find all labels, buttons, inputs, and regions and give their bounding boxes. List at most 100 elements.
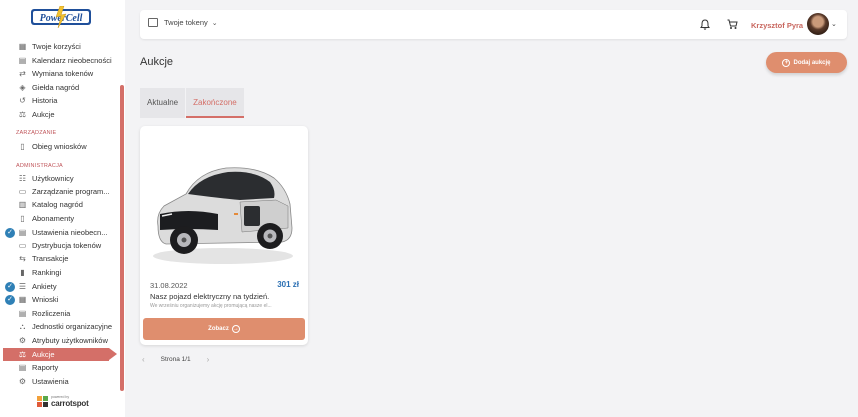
exchange-icon: ⇄ [19,69,26,78]
sidebar-item-label: Użytkownicy [32,174,74,183]
sidebar-item-transakcje[interactable]: ⇆ Transakcje [0,252,118,265]
next-page-icon[interactable]: › [207,355,210,364]
auction-icon: ⚖ [18,110,27,119]
wallet-icon [148,18,158,27]
powered-by-brand: carrotspot [51,399,89,408]
ranking-icon: ▮ [20,268,25,277]
avatar[interactable] [807,13,829,35]
section-administracja: ADMINISTRACJA [16,163,63,169]
auction-description: We wrześniu organizujemy akcję promującą… [150,303,272,309]
sidebar-item-label: Kalendarz nieobecności [32,56,112,65]
sidebar-item-aukcje[interactable]: ⚖ Aukcje [3,348,117,361]
tokens-dropdown[interactable]: Twoje tokeny ⌄ [148,18,218,27]
sidebar-item-dystrybucja-tokenow[interactable]: ▭ Dystrybucja tokenów [0,239,118,252]
sidebar-item-uzytkownicy[interactable]: ☷ Użytkownicy [0,172,118,185]
invoice-icon: ▤ [18,309,27,318]
sidebar-item-twoje-korzysci[interactable]: ▦ Twoje korzyści [0,40,118,53]
sidebar-item-wymiana-tokenow[interactable]: ⇄ Wymiana tokenów [0,67,118,80]
sidebar-item-label: Twoje korzyści [32,42,81,51]
auction-price: 301 zł [277,280,299,289]
sidebar-item-rankingi[interactable]: ▮ Rankingi [0,266,118,279]
tab-zakonczone[interactable]: Zakończone [186,88,244,118]
report-icon: ▤ [18,363,27,372]
sidebar-item-kalendarz-nieobecnosci[interactable]: ▤ Kalendarz nieobecności [0,54,118,67]
sidebar-item-ustawienia-nieobecn[interactable]: ✓ ▤ Ustawienia nieobecn... [0,226,118,239]
sidebar-item-label: Dystrybucja tokenów [32,241,102,250]
book-icon: ▥ [18,200,27,209]
sidebar-item-historia[interactable]: ↺ Historia [0,94,118,107]
doc-icon: ▯ [20,214,25,223]
carrotspot-logo-icon [37,396,48,407]
folder-icon: ▭ [18,187,27,196]
auction-card[interactable]: 31.08.2022 301 zł Nasz pojazd elektryczn… [140,126,308,345]
sidebar-item-obieg-wnioskow[interactable]: ▯ Obieg wniosków [0,140,118,153]
add-auction-button[interactable]: + Dodaj aukcję [766,52,847,73]
sidebar-item-label: Rankingi [32,268,62,277]
sidebar-item-ustawienia[interactable]: ⚙ Ustawienia [0,375,118,388]
page-title: Aukcje [140,56,174,68]
sidebar-item-wnioski[interactable]: ✓ ▦ Wnioski [0,293,118,306]
attributes-icon: ⚙ [18,336,27,345]
app-logo[interactable]: PowerCell [30,6,92,28]
chevron-down-icon[interactable]: ⌄ [831,20,837,28]
plus-icon: + [782,58,791,67]
bell-icon[interactable] [700,19,710,30]
sidebar-item-label: Historia [32,96,58,105]
sidebar-item-label: Jednostki organizacyjne [32,322,113,331]
transfer-icon: ⇆ [19,254,26,263]
sidebar-item-katalog-nagrod[interactable]: ▥ Katalog nagród [0,198,118,211]
sidebar-item-label: Ustawienia [32,377,69,386]
sidebar-item-label: Rozliczenia [32,309,71,318]
sidebar-item-atrybuty-uzytkownikow[interactable]: ⚙ Atrybuty użytkowników [0,334,118,347]
history-icon: ↺ [19,96,26,105]
section-zarzadzanie: ZARZĄDZANIE [16,130,57,136]
powered-by: powered by carrotspot [37,395,89,408]
auction-title: Nasz pojazd elektryczny na tydzień. [150,292,270,301]
sidebar-item-gielda-nagrod[interactable]: ◈ Giełda nagród [0,81,118,94]
grid-icon: ▦ [18,42,27,51]
sidebar-item-zarzadzanie-program[interactable]: ▭ Zarządzanie program... [0,185,118,198]
prev-page-icon[interactable]: ‹ [142,355,145,364]
arrow-right-icon: → [231,325,240,333]
sidebar-item-label: Transakcje [32,254,69,263]
sidebar-item-label: Obieg wniosków [32,142,87,151]
sidebar-item-label: Zarządzanie program... [32,187,110,196]
distribution-icon: ▭ [18,241,27,250]
tabs: Aktualne Zakończone [140,88,244,118]
user-name[interactable]: Krzysztof Pyra [751,21,803,30]
sidebar-item-label: Giełda nagród [32,83,80,92]
sidebar-scrollbar[interactable] [120,85,124,391]
page-indicator: Strona 1/1 [160,356,191,363]
sidebar-item-abonamenty[interactable]: ▯ Abonamenty [0,212,118,225]
view-auction-button[interactable]: Zobacz → [143,318,305,340]
add-auction-label: Dodaj aukcję [793,59,831,66]
doc-icon: ▯ [20,142,25,151]
chevron-down-icon: ⌄ [211,19,218,27]
sidebar-item-label: Raporty [32,363,59,372]
list-icon: ☰ [18,282,27,291]
sidebar-item-aukcje[interactable]: ⚖ Aukcje [0,108,118,121]
sidebar-item-ankiety[interactable]: ✓ ☰ Ankiety [0,280,118,293]
settings-icon: ⚙ [18,377,27,386]
sidebar-item-jednostki-organizacyjne[interactable]: ⛬ Jednostki organizacyjne [0,320,118,333]
shield-check-icon: ✓ [5,227,15,238]
sidebar-item-rozliczenia[interactable]: ▤ Rozliczenia [0,307,118,320]
sidebar-item-label: Atrybuty użytkowników [32,336,108,345]
pagination: ‹ Strona 1/1 › [142,355,209,364]
auction-icon: ⚖ [18,350,27,359]
calendar-settings-icon: ▤ [18,228,27,237]
sidebar-item-label: Aukcje [32,110,55,119]
sidebar-item-raporty[interactable]: ▤ Raporty [0,361,118,374]
users-icon: ☷ [18,174,27,183]
cart-icon[interactable] [727,19,738,30]
sidebar-item-label: Wnioski [32,295,59,304]
view-auction-label: Zobacz [208,326,229,332]
calendar-icon: ▤ [18,56,27,65]
tab-aktualne[interactable]: Aktualne [140,88,186,118]
tokens-label: Twoje tokeny [164,18,208,27]
car-image [153,167,293,264]
sidebar: PowerCell ▦ Twoje korzyści ▤ Kalendarz nieo… [0,0,125,417]
sidebar-item-label: Ankiety [32,282,57,291]
shield-check-icon: ✓ [5,281,15,292]
top-bar: Twoje tokeny ⌄ Krzysztof Pyra ⌄ [140,10,847,39]
